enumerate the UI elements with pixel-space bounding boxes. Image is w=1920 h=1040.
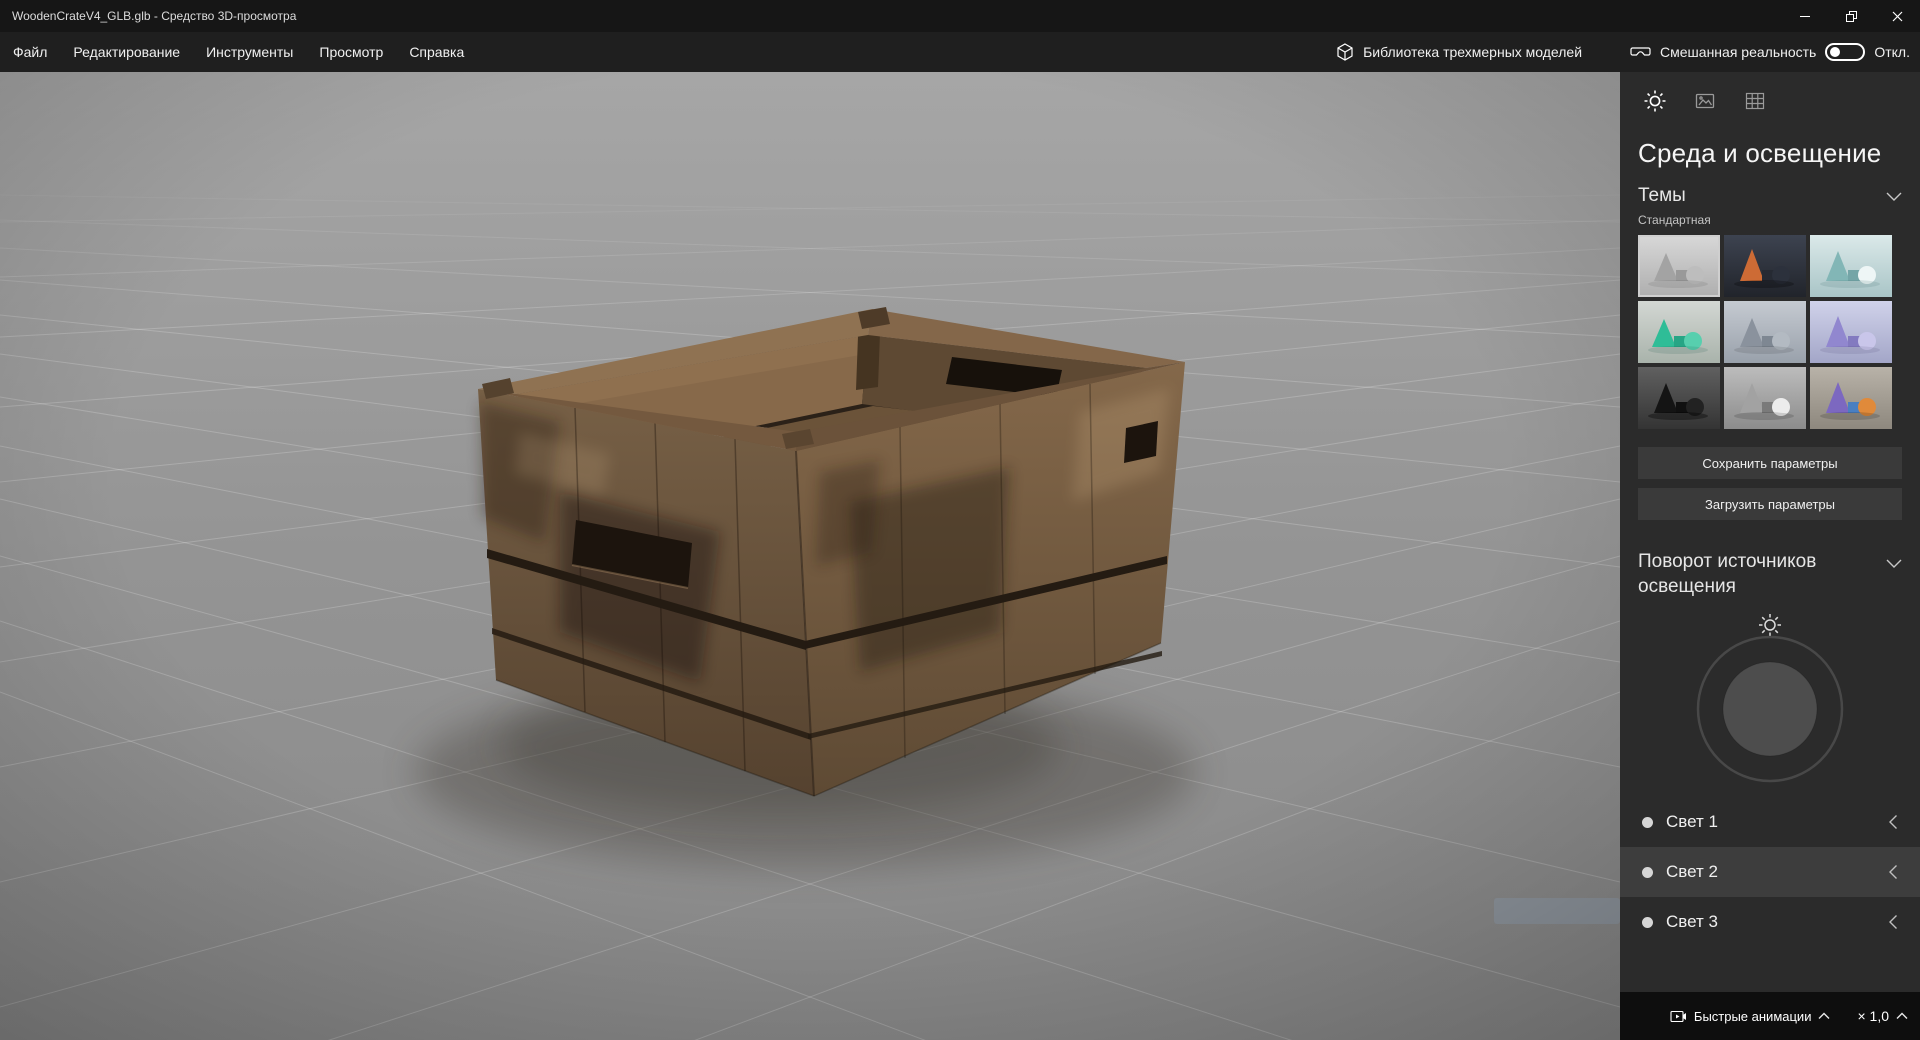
playback-speed-button[interactable]: × 1,0 [1857, 1008, 1889, 1024]
viewport-3d[interactable] [0, 72, 1620, 1040]
light-1-label: Свет 1 [1666, 812, 1718, 832]
quick-animations-button[interactable]: Быстрые анимации [1694, 1009, 1812, 1024]
chevron-left-icon [1889, 815, 1897, 830]
app-window: WoodenCrateV4_GLB.glb - Средство 3D-прос… [0, 0, 1920, 1040]
theme-thumbnail-7[interactable] [1638, 367, 1720, 429]
theme-thumbnail-4[interactable] [1638, 301, 1720, 363]
light-rotation-header[interactable]: Поворот источников освещения [1638, 550, 1902, 599]
library-label: Библиотека трехмерных моделей [1363, 44, 1583, 60]
menu-view[interactable]: Просмотр [306, 32, 396, 72]
grid-icon [1745, 92, 1765, 110]
lights-list: Свет 1 Свет 2 Свет 3 [1620, 797, 1920, 947]
tab-grid-views[interactable] [1738, 86, 1772, 116]
mixed-reality-toggle[interactable] [1825, 43, 1866, 61]
light-3-label: Свет 3 [1666, 912, 1718, 932]
main-area: Среда и освещение Темы Стандартная Сохра… [0, 72, 1920, 1040]
theme-thumbnail-5[interactable] [1724, 301, 1806, 363]
close-icon [1892, 11, 1902, 21]
themes-section-header[interactable]: Темы [1638, 185, 1902, 207]
light-1-row[interactable]: Свет 1 [1638, 797, 1902, 847]
menubar: Файл Редактирование Инструменты Просмотр… [0, 32, 1920, 72]
dial-sun-handle[interactable] [1759, 614, 1781, 637]
3d-cube-icon [1337, 43, 1353, 61]
menubar-right: Библиотека трехмерных моделей Смешанная … [1329, 32, 1920, 72]
tab-environment-lighting[interactable] [1638, 86, 1672, 116]
restore-button[interactable] [1828, 0, 1874, 32]
restore-icon [1845, 10, 1857, 22]
chevron-down-icon [1886, 559, 1902, 568]
panel-tabs [1638, 72, 1902, 116]
titlebar: WoodenCrateV4_GLB.glb - Средство 3D-прос… [0, 0, 1920, 32]
chevron-down-icon [1886, 192, 1902, 201]
animation-bar: Быстрые анимации × 1,0 [1620, 992, 1920, 1040]
mixed-reality-group: Смешанная реальность Откл. [1630, 43, 1910, 61]
mixed-reality-state: Откл. [1874, 44, 1910, 60]
theme-grid [1638, 235, 1902, 429]
window-title: WoodenCrateV4_GLB.glb - Средство 3D-прос… [12, 9, 297, 23]
minimize-icon [1800, 15, 1810, 17]
menu-file[interactable]: Файл [0, 32, 60, 72]
light-3-row[interactable]: Свет 3 [1638, 897, 1902, 947]
theme-thumbnail-standard[interactable] [1638, 235, 1720, 297]
window-controls [1782, 0, 1920, 32]
light-2-indicator [1642, 866, 1653, 878]
image-icon [1695, 93, 1715, 109]
selected-theme-name: Стандартная [1638, 213, 1711, 227]
light-3-indicator [1642, 916, 1653, 928]
save-settings-button[interactable]: Сохранить параметры [1638, 447, 1902, 479]
toggle-knob [1830, 47, 1841, 57]
light-rotation-dial[interactable] [1638, 605, 1902, 787]
3d-scene [0, 72, 1620, 1040]
menu-edit[interactable]: Редактирование [60, 32, 193, 72]
mixed-reality-headset-icon [1630, 47, 1651, 56]
panel-title: Среда и освещение [1638, 138, 1882, 168]
vignette-overlay [0, 72, 1620, 1040]
light-1-indicator [1642, 816, 1653, 828]
themes-header-label: Темы [1638, 185, 1686, 206]
theme-thumbnail-9[interactable] [1810, 367, 1892, 429]
menu-items: Файл Редактирование Инструменты Просмотр… [0, 32, 477, 72]
menu-tools[interactable]: Инструменты [193, 32, 306, 72]
light-2-label: Свет 2 [1666, 862, 1718, 882]
tab-capture[interactable] [1688, 86, 1722, 116]
menu-help[interactable]: Справка [396, 32, 477, 72]
theme-thumbnail-8[interactable] [1724, 367, 1806, 429]
light-rotation-label: Поворот источников освещения [1638, 551, 1817, 597]
library-button[interactable]: Библиотека трехмерных моделей [1329, 32, 1588, 72]
theme-thumbnail-6[interactable] [1810, 301, 1892, 363]
quick-animations-icon [1670, 1010, 1686, 1022]
light-2-row[interactable]: Свет 2 [1620, 847, 1920, 898]
mixed-reality-label: Смешанная реальность [1660, 44, 1817, 60]
theme-thumbnail-2[interactable] [1724, 235, 1806, 297]
close-button[interactable] [1874, 0, 1920, 32]
sun-icon [1644, 90, 1666, 112]
chevron-left-icon [1889, 865, 1897, 880]
load-settings-button[interactable]: Загрузить параметры [1638, 488, 1902, 520]
chevron-left-icon [1889, 915, 1897, 930]
theme-thumbnail-3[interactable] [1810, 235, 1892, 297]
minimize-button[interactable] [1782, 0, 1828, 32]
right-column: Среда и освещение Темы Стандартная Сохра… [1620, 72, 1920, 1040]
chevron-up-icon[interactable] [1896, 1012, 1908, 1020]
chevron-up-icon[interactable] [1818, 1012, 1830, 1020]
environment-panel: Среда и освещение Темы Стандартная Сохра… [1620, 72, 1920, 992]
